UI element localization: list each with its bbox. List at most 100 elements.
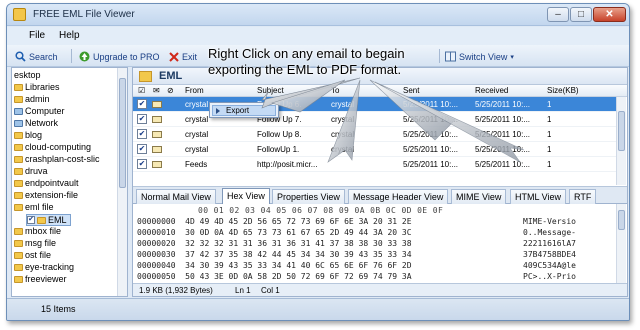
tree-item[interactable]: druva xyxy=(14,166,48,176)
exit-label: Exit xyxy=(182,51,198,62)
hex-view[interactable]: 00 01 02 03 04 05 06 07 08 09 0A 0B 0C 0… xyxy=(133,204,617,283)
checkbox[interactable]: ✔ xyxy=(27,216,35,224)
menu-file[interactable]: File xyxy=(29,30,45,41)
scroll-thumb[interactable] xyxy=(119,78,126,188)
email-row[interactable]: ✔ Feeds http://posit.micr... 5/25/2011 1… xyxy=(133,157,617,172)
row-checkbox[interactable]: ✔ xyxy=(137,114,147,124)
folder-icon xyxy=(14,95,23,103)
exit-icon xyxy=(169,51,179,62)
tree-item[interactable]: mbox file xyxy=(14,226,61,236)
column-to[interactable]: To xyxy=(331,86,339,95)
column-subject[interactable]: Subject xyxy=(257,86,284,95)
column-size[interactable]: Size(KB) xyxy=(547,86,579,95)
tree-scrollbar[interactable] xyxy=(117,68,127,296)
ascii-row: 22211616lA7 xyxy=(523,239,576,248)
envelope-icon xyxy=(152,131,162,138)
toolbar-separator xyxy=(439,49,440,63)
envelope-column-header[interactable]: ✉ xyxy=(153,86,160,95)
hex-row: 00000000 4D 49 4D 45 2D 56 65 72 73 69 6… xyxy=(137,217,412,226)
upgrade-icon xyxy=(79,51,90,62)
email-row[interactable]: ✔ crystal Follow Up 6. crystal 5/25/2011… xyxy=(133,97,617,112)
maximize-button[interactable]: □ xyxy=(570,7,592,22)
main-panel: EML ☑ ✉ ⊘ From Subject To Sent Received … xyxy=(132,67,628,297)
network-icon xyxy=(14,119,23,127)
folder-icon xyxy=(139,71,152,82)
tree-item[interactable]: crashplan-cost-slic xyxy=(14,154,100,164)
hex-column-header: 00 01 02 03 04 05 06 07 08 09 0A 0B 0C 0… xyxy=(198,206,444,215)
row-checkbox[interactable]: ✔ xyxy=(137,144,147,154)
exit-button[interactable]: Exit xyxy=(169,49,197,64)
tree-item[interactable]: endpointvault xyxy=(14,178,79,188)
tree-item[interactable]: admin xyxy=(14,94,50,104)
row-checkbox[interactable]: ✔ xyxy=(137,99,147,109)
chevron-down-icon: ▾ xyxy=(510,53,514,61)
hex-scrollbar[interactable] xyxy=(616,204,626,283)
folder-icon xyxy=(14,167,23,175)
tab-hex-view[interactable]: Hex View xyxy=(222,188,270,205)
switch-view-button[interactable]: Switch View ▾ xyxy=(445,49,514,64)
folder-icon xyxy=(14,131,23,139)
tree-item-selected[interactable]: ✔ EML xyxy=(26,214,71,226)
tree-item[interactable]: freeviewer xyxy=(14,274,67,284)
close-button[interactable]: ✕ xyxy=(593,7,626,22)
tree-item[interactable]: cloud-computing xyxy=(14,142,91,152)
tree-item[interactable]: blog xyxy=(14,130,42,140)
menu-help[interactable]: Help xyxy=(59,30,80,41)
search-button[interactable]: Search xyxy=(15,49,58,64)
tab-mime-view[interactable]: MIME View xyxy=(451,189,507,204)
scroll-thumb[interactable] xyxy=(618,111,625,151)
tree-item[interactable]: Computer xyxy=(14,106,65,116)
envelope-icon xyxy=(152,116,162,123)
folder-icon xyxy=(37,216,46,224)
tree-item[interactable]: ost file xyxy=(14,250,51,260)
column-sent[interactable]: Sent xyxy=(403,86,419,95)
tab-normal-mail-view[interactable]: Normal Mail View xyxy=(136,189,216,204)
export-menu-item[interactable]: Export xyxy=(212,105,276,116)
tree-item[interactable]: Libraries xyxy=(14,82,60,92)
search-label: Search xyxy=(29,51,58,62)
tab-rtf[interactable]: RTF xyxy=(569,189,597,204)
email-row[interactable]: ✔ crystal Follow Up 8. crystal 5/25/2011… xyxy=(133,127,617,142)
line-indicator: Ln 1 xyxy=(235,286,251,295)
ascii-row: 37B4758BDE4 xyxy=(523,250,576,259)
column-received[interactable]: Received xyxy=(475,86,508,95)
list-scrollbar[interactable] xyxy=(616,97,626,185)
folder-icon xyxy=(14,203,23,211)
folder-icon xyxy=(14,155,23,163)
tree-item[interactable]: esktop xyxy=(14,70,41,80)
folder-icon xyxy=(14,275,23,283)
row-checkbox[interactable]: ✔ xyxy=(137,159,147,169)
export-label: Export xyxy=(226,106,250,115)
app-icon xyxy=(13,8,26,21)
scroll-thumb[interactable] xyxy=(618,210,625,230)
checkbox-column-header[interactable]: ☑ xyxy=(138,86,145,95)
email-row[interactable]: ✔ crystal FollowUp 1. crystal 5/25/2011 … xyxy=(133,142,617,157)
email-row[interactable]: ✔ crystal Follow Up 7. crystal 5/25/2011… xyxy=(133,112,617,127)
tree-item[interactable]: extension-file xyxy=(14,190,78,200)
column-from[interactable]: From xyxy=(185,86,204,95)
view-tabs: Normal Mail View Hex View Properties Vie… xyxy=(133,186,627,205)
hex-status-bar: 1.9 KB (1,932 Bytes) Ln 1 Col 1 xyxy=(133,283,627,296)
folder-tree[interactable]: esktop Libraries admin Computer Network … xyxy=(11,67,128,297)
callout-line-1: Right Click on any email to begain xyxy=(208,46,405,61)
row-checkbox[interactable]: ✔ xyxy=(137,129,147,139)
tree-item[interactable]: eml file xyxy=(14,202,54,212)
upgrade-button[interactable]: Upgrade to PRO xyxy=(79,49,160,64)
tree-item[interactable]: eye-tracking xyxy=(14,262,74,272)
tab-html-view[interactable]: HTML View xyxy=(510,189,567,204)
tree-item[interactable]: Network xyxy=(14,118,58,128)
column-header-row: ☑ ✉ ⊘ From Subject To Sent Received Size… xyxy=(133,85,627,97)
attachment-column-header[interactable]: ⊘ xyxy=(167,86,174,95)
folder-icon xyxy=(14,191,23,199)
minimize-button[interactable]: – xyxy=(547,7,569,22)
file-size-text: 1.9 KB (1,932 Bytes) xyxy=(139,286,213,295)
hex-row: 00000010 30 0D 0A 4D 65 73 73 61 67 65 2… xyxy=(137,228,412,237)
tab-properties-view[interactable]: Properties View xyxy=(272,189,345,204)
tree-item[interactable]: msg file xyxy=(14,238,56,248)
folder-icon xyxy=(14,227,23,235)
ascii-row: MIME-Versio xyxy=(523,217,576,226)
tab-message-header-view[interactable]: Message Header View xyxy=(348,189,449,204)
switch-view-label: Switch View xyxy=(459,51,508,62)
switch-view-icon xyxy=(445,51,456,62)
callout-line-2: exporting the EML to PDF format. xyxy=(208,62,402,77)
